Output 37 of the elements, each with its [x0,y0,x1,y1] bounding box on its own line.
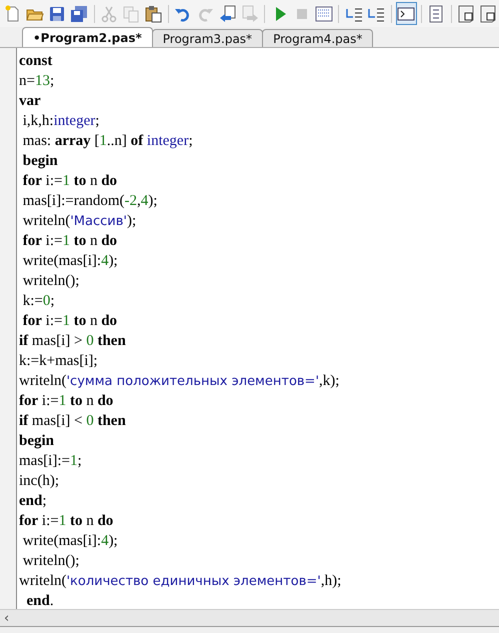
code-line: end; [19,492,48,511]
code-line: i,k,h:integer; [22,112,100,131]
toolbar-button[interactable] [396,2,417,25]
scroll-left-arrow[interactable]: ‹ [0,610,14,626]
code-line: k:=0; [22,292,56,311]
code-line: k:=k+mas[i]; [19,352,99,371]
code-line: end. [26,592,55,611]
code-line: writeln('Массив'); [22,212,138,231]
code-line: begin [22,152,59,171]
file-tab[interactable]: •Program2.pas* [22,27,153,47]
code-line: writeln('количество единичных элементов=',h); [19,572,342,591]
code-line: const [19,52,54,71]
code-line: writeln('сумма положительных элементов=',k); [19,372,340,391]
code-line: if mas[i] > 0 then [19,332,127,351]
floppy-disk-icon [70,4,88,22]
file-tab[interactable]: Program4.pas* [262,29,374,47]
clipboard-icon [144,4,162,22]
code-line: write(mas[i]:4); [22,532,119,551]
horizontal-scrollbar[interactable]: ‹ [0,609,499,626]
code-line: begin [19,432,56,451]
code-line: writeln(); [22,552,80,571]
code-line: inc(h); [19,472,60,491]
code-line: for i:=1 to n do [19,392,114,411]
code-line: mas: array [1..n] of integer; [22,132,194,151]
code-line: var [19,92,42,111]
code-line: write(mas[i]:4); [22,252,119,271]
code-line: for i:=1 to n do [22,232,118,251]
code-line: writeln(); [22,272,80,291]
code-line: if mas[i] < 0 then [19,412,127,431]
scissors-icon [100,4,118,22]
code-line: n=13; [19,72,56,91]
code-line: mas[i]:=random(-2,4); [22,192,158,211]
code-line: for i:=1 to n do [22,312,118,331]
file-tab[interactable]: Program3.pas* [152,29,264,47]
code-line: mas[i]:=1; [19,452,83,471]
code-line: for i:=1 to n do [19,512,114,531]
code-line: for i:=1 to n do [22,172,118,191]
